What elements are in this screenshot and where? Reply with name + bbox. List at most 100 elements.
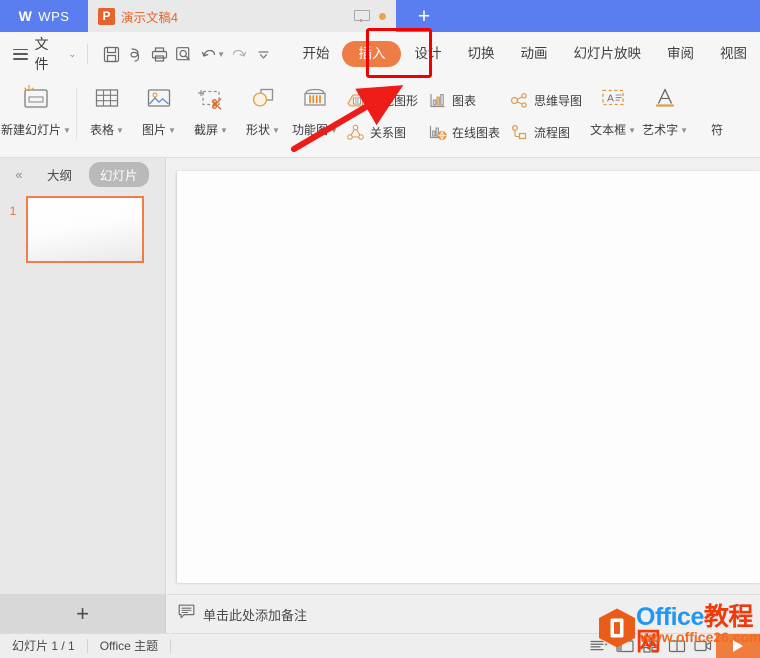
ribbon-tab-design[interactable]: 设计: [401, 41, 454, 67]
flowchart-label: 流程图: [534, 124, 570, 141]
print-icon[interactable]: [148, 42, 172, 67]
notes-pane[interactable]: 单击此处添加备注: [167, 594, 760, 633]
flowchart-icon: [510, 123, 529, 142]
ribbon-tab-animation[interactable]: 动画: [507, 41, 560, 67]
table-button[interactable]: 表格▼: [81, 76, 133, 150]
textbox-label: 文本框▼: [590, 121, 636, 138]
new-slide-button[interactable]: 新建幻灯片▼: [0, 76, 72, 150]
tab-bar-filler: [452, 0, 760, 32]
online-chart-label: 在线图表: [452, 124, 500, 141]
screenshot-label: 截屏▼: [194, 121, 228, 138]
new-slide-icon: [19, 82, 53, 116]
shapes-button[interactable]: 形状▼: [237, 76, 289, 150]
mindmap-button[interactable]: 思维导图: [505, 86, 587, 114]
document-tab-label: 演示文稿4: [121, 7, 178, 26]
document-tab[interactable]: P 演示文稿4: [88, 0, 228, 32]
wps-home-button[interactable]: W WPS: [0, 0, 88, 32]
ribbon-tab-start[interactable]: 开始: [289, 41, 342, 67]
slide-editing-surface[interactable]: [177, 171, 760, 583]
wps-logo-icon: W: [19, 9, 33, 23]
smartart-button[interactable]: 智能图形: [341, 86, 423, 114]
smartart-icon: [346, 91, 365, 110]
collapse-panel-icon[interactable]: «: [8, 167, 30, 182]
shapes-label: 形状▼: [246, 121, 280, 138]
customize-toolbar-icon[interactable]: [251, 42, 275, 67]
theme-label[interactable]: Office 主题: [88, 634, 170, 658]
status-bar: 幻灯片 1 / 1 Office 主题: [0, 633, 760, 658]
ribbon-tab-insert[interactable]: 插入: [342, 41, 401, 67]
function-chart-label: 功能图▼: [292, 121, 338, 138]
window-tab-bar: W WPS P 演示文稿4 +: [0, 0, 760, 32]
shapes-icon: [248, 82, 278, 116]
ribbon-tab-view[interactable]: 视图: [707, 41, 760, 67]
ribbon-tab-slideshow[interactable]: 幻灯片放映: [560, 41, 654, 67]
hamburger-menu-icon[interactable]: [13, 49, 28, 60]
function-chart-button[interactable]: 功能图▼: [289, 76, 341, 150]
textbox-button[interactable]: A 文本框▼: [587, 76, 639, 150]
screenshot-button[interactable]: 截屏▼: [185, 76, 237, 150]
symbol-label: 符: [711, 121, 723, 138]
function-chart-icon: [298, 82, 332, 116]
picture-label: 图片▼: [142, 121, 176, 138]
ribbon-group-text: A 文本框▼ 艺术字▼ 符: [587, 76, 743, 158]
slide-canvas-area: [167, 158, 760, 594]
ribbon-tab-review[interactable]: 审阅: [654, 41, 707, 67]
table-icon: [92, 82, 122, 116]
screenshot-icon: [196, 82, 226, 116]
save-icon[interactable]: [99, 42, 123, 67]
new-slide-label: 新建幻灯片▼: [1, 121, 71, 138]
notes-placeholder: 单击此处添加备注: [203, 605, 307, 624]
notes-icon: [178, 604, 195, 624]
wps-brand-label: WPS: [38, 9, 69, 24]
redo-icon[interactable]: [227, 42, 251, 67]
svg-text:A: A: [607, 93, 614, 105]
picture-button[interactable]: 图片▼: [133, 76, 185, 150]
wordart-label: 艺术字▼: [642, 121, 688, 138]
chart-button[interactable]: 图表: [423, 86, 505, 114]
powerpoint-file-icon: P: [98, 8, 115, 25]
new-tab-button[interactable]: +: [396, 0, 452, 32]
ribbon-group-diagrams: 智能图形 关系图: [341, 76, 423, 150]
chevron-down-icon[interactable]: ⌄: [69, 49, 77, 60]
mindmap-label: 思维导图: [534, 92, 582, 109]
print-preview-icon[interactable]: [172, 42, 196, 67]
relationship-diagram-label: 关系图: [370, 124, 406, 141]
textbox-icon: A: [597, 82, 629, 116]
wps-presentation-window: W WPS P 演示文稿4 + 文件 ⌄: [0, 0, 760, 658]
slide-count-label: 幻灯片 1 / 1: [0, 634, 87, 658]
mindmap-icon: [510, 91, 529, 110]
wordart-button[interactable]: 艺术字▼: [639, 76, 691, 150]
undo-dropdown-caret[interactable]: ▼: [217, 50, 225, 59]
flowchart-button[interactable]: 流程图: [505, 118, 587, 146]
add-slide-button[interactable]: +: [76, 603, 89, 625]
slide-navigator-panel: « 大纲 幻灯片 1: [0, 158, 166, 594]
slide-sorter-icon[interactable]: [638, 634, 664, 658]
relationship-diagram-icon: [346, 123, 365, 142]
online-chart-button[interactable]: 在线图表: [423, 118, 505, 146]
monitor-icon[interactable]: [354, 10, 368, 22]
ribbon-toolbar: 新建幻灯片▼ 表格▼: [0, 76, 760, 158]
panel-tab-outline[interactable]: 大纲: [36, 162, 83, 187]
orange-status-dot: [379, 13, 386, 20]
relationship-diagram-button[interactable]: 关系图: [341, 118, 423, 146]
ribbon-tab-transition[interactable]: 切换: [454, 41, 507, 67]
slide-thumbnail[interactable]: [26, 196, 144, 263]
ribbon-group-slides: 新建幻灯片▼: [0, 76, 72, 158]
slide-thumbnail-item[interactable]: 1: [0, 190, 165, 263]
play-slideshow-button[interactable]: [716, 634, 760, 658]
panel-tab-slides[interactable]: 幻灯片: [89, 162, 149, 187]
document-tab-strip: P 演示文稿4: [88, 0, 396, 32]
export-pdf-icon[interactable]: [123, 42, 147, 67]
slide-number-label: 1: [0, 196, 26, 218]
file-menu-button[interactable]: 文件: [35, 34, 62, 74]
text-layout-icon[interactable]: [586, 634, 612, 658]
symbol-button[interactable]: 符: [691, 76, 743, 150]
tab-strip-tools: [354, 0, 396, 32]
add-slide-strip[interactable]: +: [0, 594, 166, 633]
picture-icon: [144, 82, 174, 116]
presenter-view-icon[interactable]: [690, 634, 716, 658]
reading-view-icon[interactable]: [664, 634, 690, 658]
slide-navigator-header: « 大纲 幻灯片: [0, 158, 165, 190]
normal-view-icon[interactable]: [612, 634, 638, 658]
ribbon-group-divider: [76, 88, 77, 140]
